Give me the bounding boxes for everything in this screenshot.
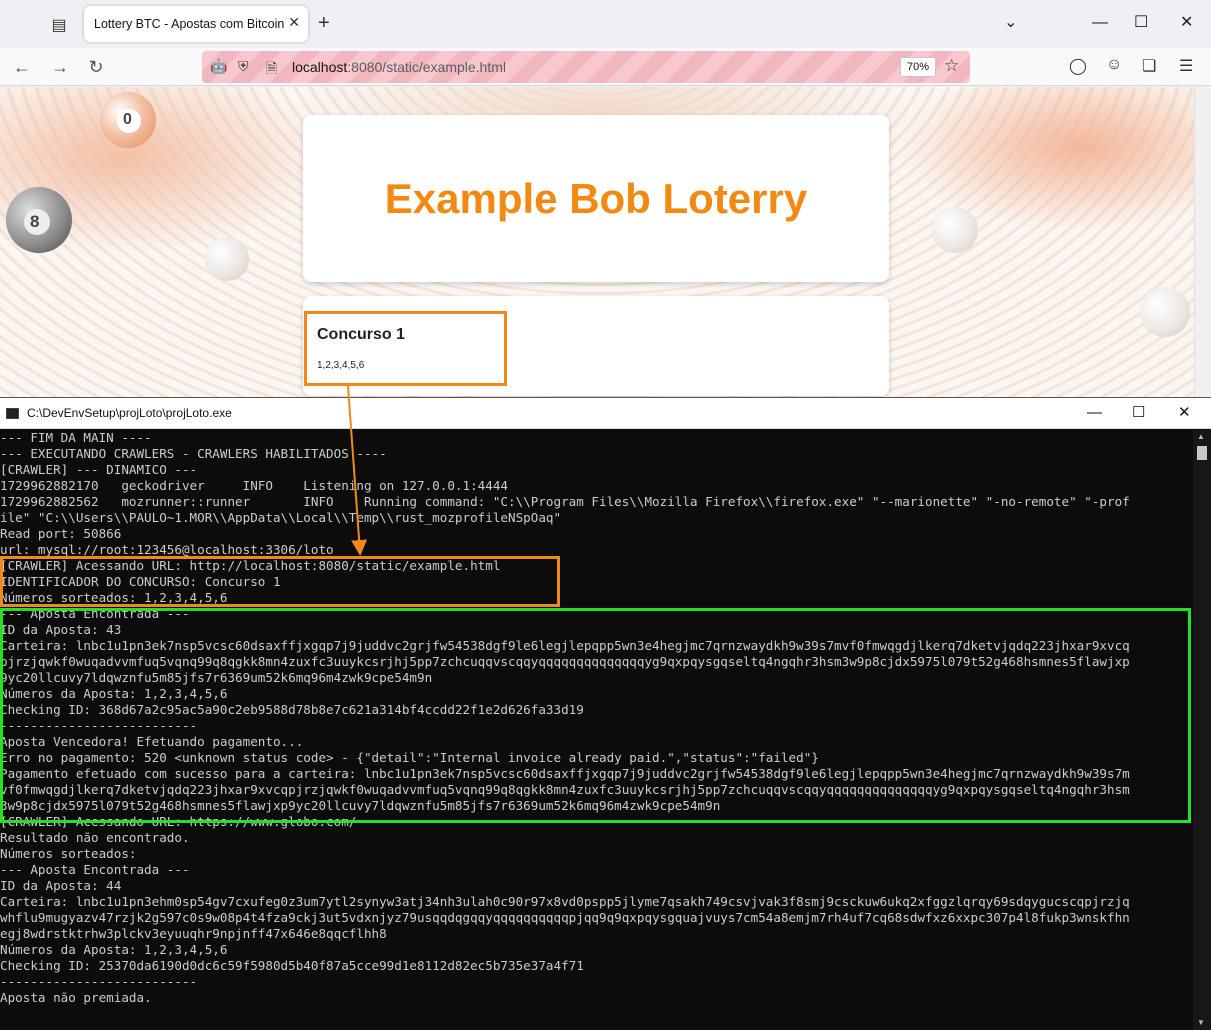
console-line: ID da Aposta: 44 [0,878,122,893]
back-icon[interactable]: ← [8,54,36,80]
header-card: Example Bob Loterry [303,115,889,282]
browser-tab-bar: ▤ Lottery BTC - Apostas com Bitcoin ✕ + … [0,0,1211,48]
zoom-level-badge[interactable]: 70% [900,57,937,77]
browser-tab[interactable]: Lottery BTC - Apostas com Bitcoin ✕ [84,6,308,42]
console-line: Checking ID: 25370da6190d0dc6c59f5980d5b… [0,958,584,973]
console-minimize-icon[interactable]: — [1087,403,1102,423]
console-title: C:\DevEnvSetup\projLoto\projLoto.exe [27,406,232,420]
console-line: [CRAWLER] --- DINAMICO --- [0,462,198,477]
shield-icon[interactable]: ⛨ [238,58,249,75]
console-line: Read port: 50866 [0,526,122,541]
console-line: Resultado não encontrado. [0,830,190,845]
account-icon[interactable]: ☺ [1106,56,1122,74]
console-line: 1729962882170 geckodriver INFO Listening… [0,478,508,493]
forward-icon[interactable]: → [46,54,74,80]
address-bar[interactable]: 🤖 ⛨ 🗎 localhost:8080/static/example.html… [202,51,970,83]
console-line: Aposta não premiada. [0,990,152,1005]
url-text[interactable]: localhost:8080/static/example.html [292,59,506,75]
payment-highlight-box [0,608,1191,823]
console-line: egj8wdrstktrhw3plckv3eyuuqhr9npjnff47x64… [0,926,387,941]
tab-list-icon[interactable]: ▤ [44,12,74,38]
crawler-highlight-box [0,556,560,607]
console-line: --- FIM DA MAIN ---- [0,430,152,445]
pocket-icon[interactable]: ◯ [1069,56,1087,76]
page-scrollbar[interactable] [1194,87,1211,397]
console-line: --- EXECUTANDO CRAWLERS - CRAWLERS HABIL… [0,446,387,461]
page-title: Example Bob Loterry [384,174,808,222]
lottery-ball-decoration [205,237,249,281]
url-path: :8080/static/example.html [347,59,507,75]
contest-highlight-box [304,311,507,386]
menu-icon[interactable]: ☰ [1179,56,1193,76]
console-line: whflu9mugyazv47rzjk2g597c0s9w08p4t4fza9c… [0,910,1130,925]
console-line: -------------------------- [0,974,198,989]
ball-digit-decoration: 0 [123,111,132,128]
web-page: 0 8 Example Bob Loterry Concurso 1 1,2,3… [0,87,1194,397]
scroll-up-icon[interactable]: ▲ [1197,432,1205,441]
console-scrollbar[interactable]: ▲ ▼ [1193,430,1211,1030]
console-maximize-icon[interactable]: ☐ [1132,403,1145,423]
remote-control-icon[interactable]: 🤖 [210,58,227,75]
close-window-icon[interactable]: ✕ [1180,12,1193,34]
console-line: 1729962882562 mozrunner::runner INFO Run… [0,494,1130,509]
console-scroll-thumb[interactable] [1197,446,1207,460]
console-line: ile" "C:\\Users\\PAULO~1.MOR\\AppData\\L… [0,510,562,525]
minimize-icon[interactable]: — [1092,12,1108,34]
scroll-down-icon[interactable]: ▼ [1197,1018,1205,1027]
extensions-icon[interactable]: ❏ [1142,56,1156,76]
reload-icon[interactable]: ↻ [82,54,110,80]
console-line: Carteira: lnbc1u1pn3ehm0sp54gv7cxufeg0z3… [0,894,1130,909]
console-line: --- Aposta Encontrada --- [0,862,190,877]
new-tab-icon[interactable]: + [318,12,330,34]
maximize-icon[interactable]: ☐ [1134,12,1148,34]
console-app-icon [6,408,19,419]
url-host: localhost [292,59,348,75]
console-line: Números da Aposta: 1,2,3,4,5,6 [0,942,228,957]
ball-digit-decoration: 8 [30,212,40,231]
console-close-icon[interactable]: ✕ [1178,403,1191,423]
tab-title: Lottery BTC - Apostas com Bitcoin [94,17,285,31]
close-tab-icon[interactable]: ✕ [288,14,300,31]
console-titlebar[interactable]: C:\DevEnvSetup\projLoto\projLoto.exe — ☐… [0,398,1211,429]
page-icon[interactable]: 🗎 [266,58,277,82]
lottery-ball-decoration [1140,287,1190,337]
browser-nav-bar: ← → ↻ 🤖 ⛨ 🗎 localhost:8080/static/exampl… [0,48,1211,86]
bookmark-star-icon[interactable]: ☆ [944,56,959,76]
lottery-ball-decoration [932,207,978,253]
console-line: Números sorteados: [0,846,137,861]
list-all-tabs-icon[interactable]: ⌄ [1004,12,1017,34]
